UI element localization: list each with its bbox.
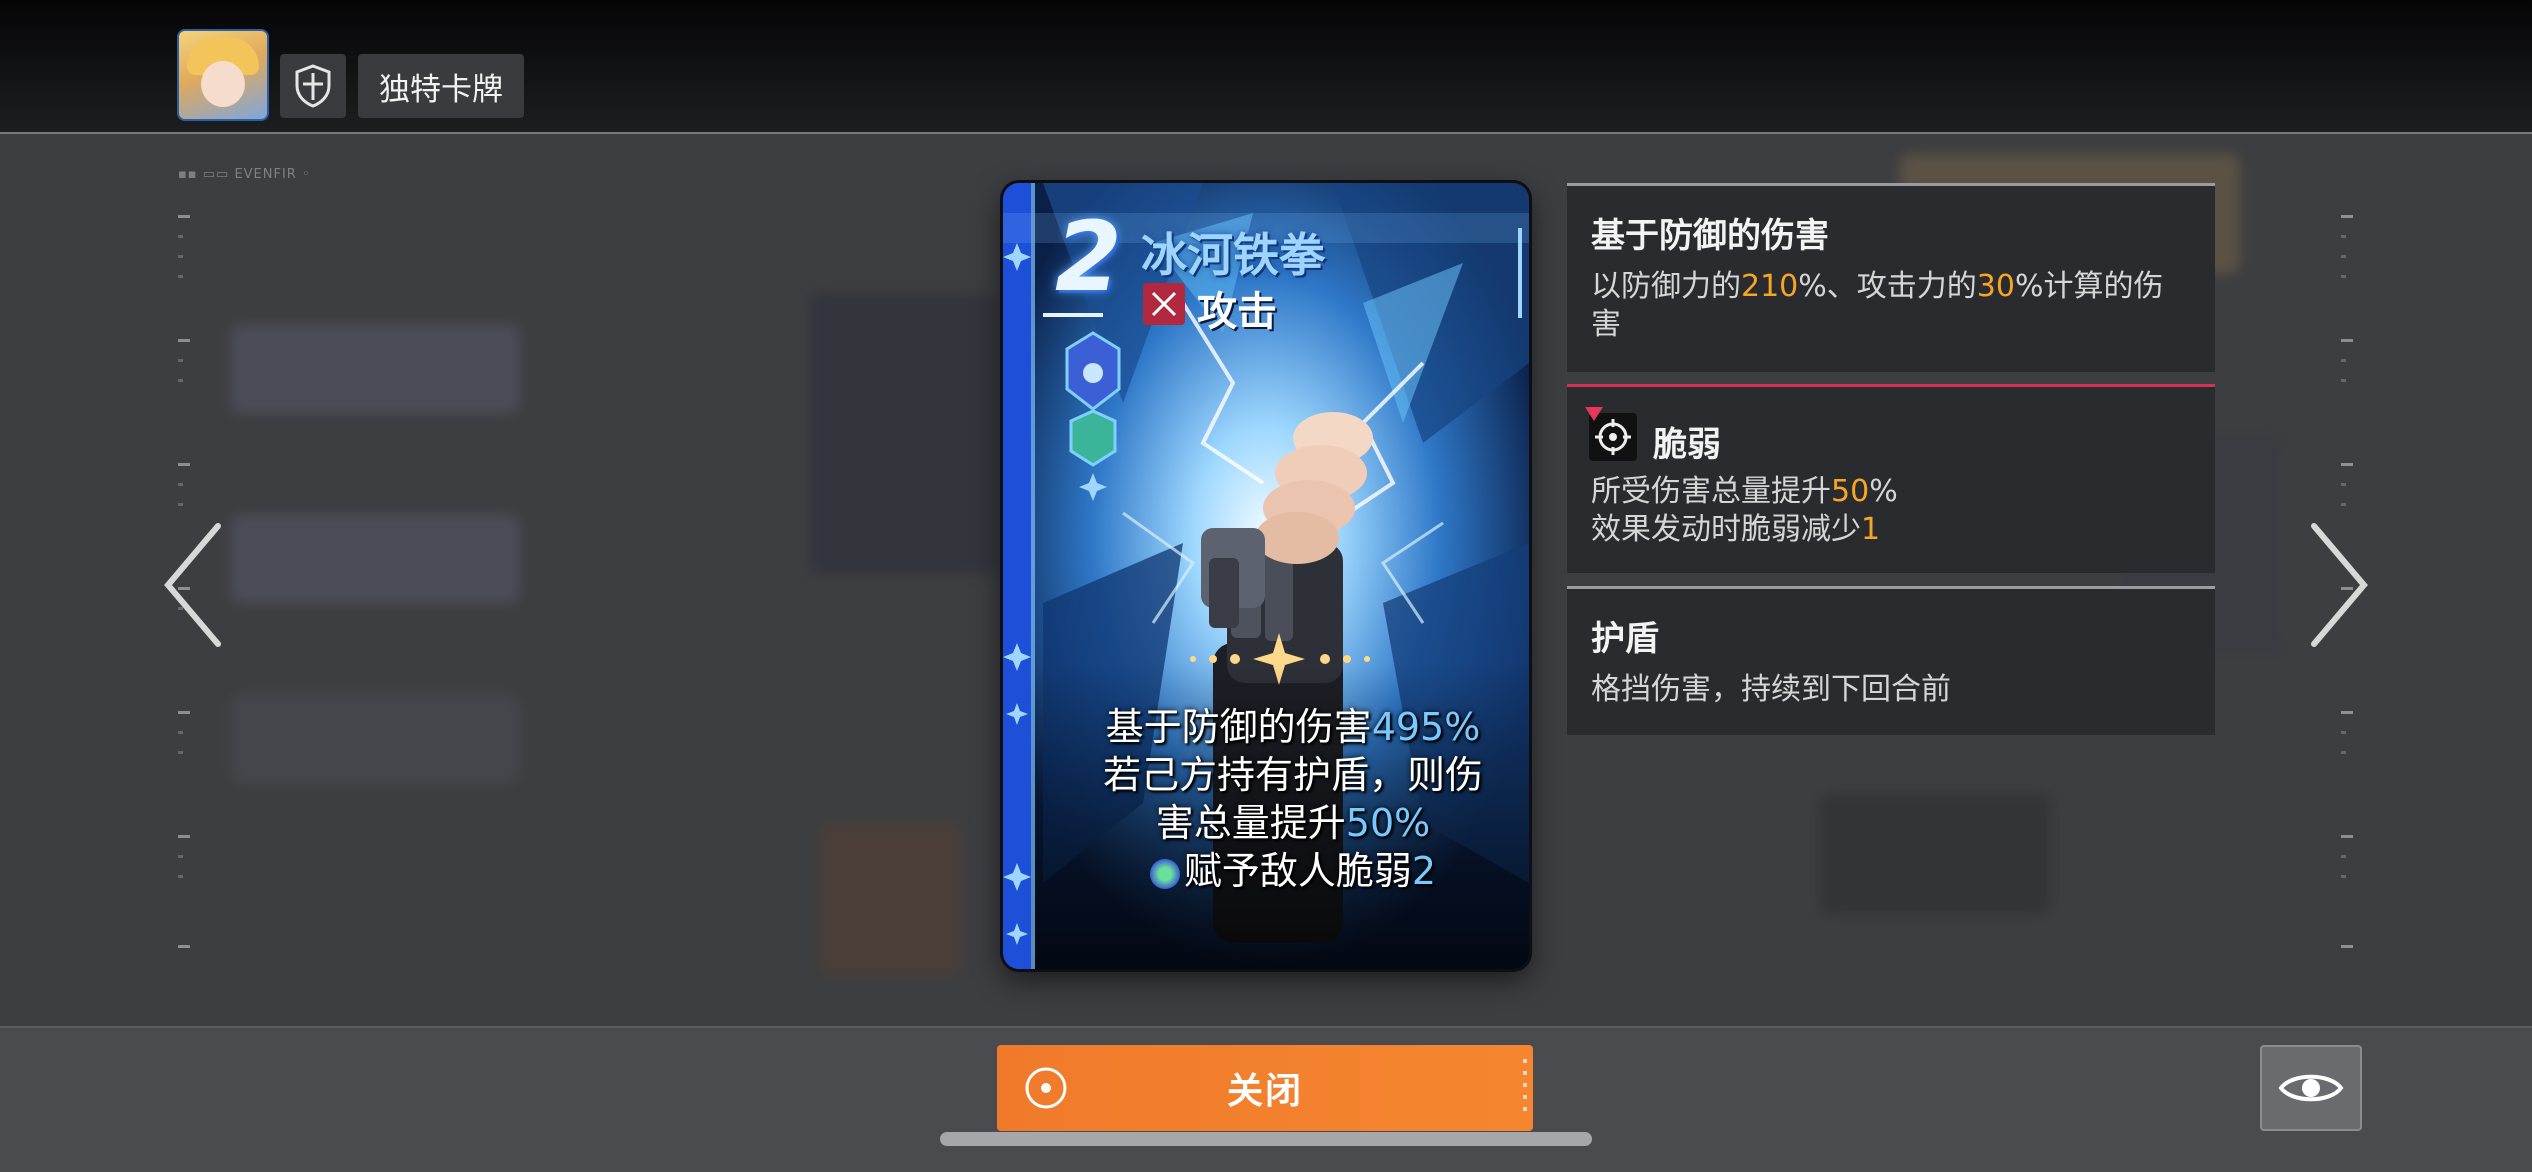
keyword-defense-damage: 基于防御的伤害 以防御力的210%、攻击力的30%计算的伤害	[1567, 183, 2215, 372]
bg-panel	[820, 824, 960, 974]
bg-panel	[1820, 794, 2050, 914]
debuff-marker-icon	[1585, 407, 1603, 421]
avatar-face	[201, 61, 245, 107]
card-desc-line: 若己方持有护盾，则伤	[1102, 753, 1483, 797]
crossed-swords-icon	[1143, 283, 1185, 325]
close-button[interactable]: 关闭	[997, 1045, 1533, 1131]
target-circle-icon	[1025, 1067, 1067, 1109]
shield-filter-button[interactable]	[280, 54, 346, 118]
player-avatar[interactable]	[177, 29, 269, 121]
bg-panel	[810, 294, 1000, 574]
shield-icon	[295, 64, 331, 108]
card-cost: 2	[1055, 201, 1122, 313]
bg-panel	[230, 694, 520, 784]
eye-icon	[2278, 1074, 2344, 1102]
bg-panel	[230, 514, 520, 604]
next-card-arrow-icon[interactable]	[2304, 520, 2374, 650]
card-name: 冰河铁拳	[1141, 228, 1325, 282]
decorative-dots	[1523, 1059, 1527, 1117]
home-indicator[interactable]	[940, 1132, 1592, 1146]
close-button-label: 关闭	[1226, 1071, 1303, 1112]
previous-card-arrow-icon[interactable]	[158, 520, 228, 650]
keyword-description: 格挡伤害，持续到下回合前	[1591, 672, 1951, 707]
tab-unique-cards[interactable]: 独特卡牌	[358, 54, 524, 118]
bg-panel	[230, 324, 520, 414]
skill-card[interactable]: 2 冰河铁拳 攻击 基于防御的伤害495% 若己方持有护盾，则伤 害总量提升50…	[1003, 183, 1529, 969]
vulnerable-emblem-icon	[1149, 858, 1180, 889]
card-desc-line: 害总量提升50%	[1155, 801, 1431, 845]
brand-strip: ▪▪ ▭▭ EVENFIR ◦	[178, 167, 311, 182]
keyword-shield: 护盾 格挡伤害，持续到下回合前	[1567, 586, 2215, 735]
view-toggle-button[interactable]	[2260, 1045, 2362, 1131]
card-desc-line: 赋予敌人脆弱2	[1073, 847, 1513, 895]
card-desc-line: 基于防御的伤害495%	[1105, 705, 1481, 749]
keyword-title: 护盾	[1591, 619, 1659, 659]
keyword-vulnerable: 脆弱 所受伤害总量提升50% 效果发动时脆弱减少1	[1567, 384, 2215, 573]
keyword-description: 以防御力的210%、攻击力的30%计算的伤害	[1591, 269, 2164, 342]
card-description: 基于防御的伤害495% 若己方持有护盾，则伤 害总量提升50% 赋予敌人脆弱2	[1073, 703, 1513, 895]
card-type: 攻击	[1197, 289, 1277, 335]
keyword-title: 基于防御的伤害	[1591, 216, 1829, 256]
keyword-description: 所受伤害总量提升50% 效果发动时脆弱减少1	[1591, 474, 1898, 547]
keyword-title: 脆弱	[1653, 425, 1721, 465]
